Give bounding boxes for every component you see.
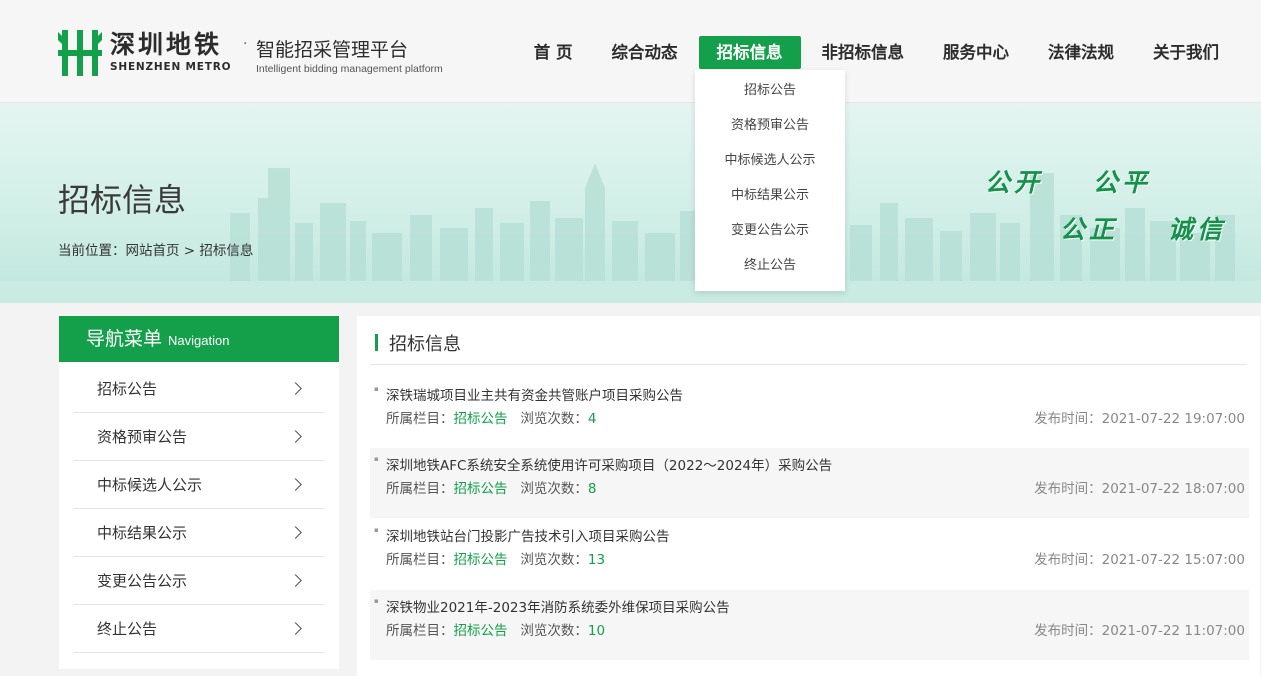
item-views: 13 [587,552,606,568]
item-views: 4 [587,411,597,427]
chevron-right-icon [289,478,302,491]
sidebar-item-label: 中标结果公示 [97,524,188,542]
item-title[interactable]: 深圳地铁AFC系统安全系统使用许可采购项目（2022～2024年）采购公告 [374,454,832,474]
dropdown-item-candidate-notice[interactable]: 中标候选人公示 [695,143,845,178]
nav-about[interactable]: 关于我们 [1135,36,1237,69]
item-meta: 所属栏目：招标公告 浏览次数：8 [386,477,596,497]
category-label: 所属栏目： [386,481,454,497]
sidebar-item-label: 变更公告公示 [97,572,188,590]
section-accent-bar [375,334,378,351]
sidebar-item-label: 招标公告 [97,380,158,398]
nav-service-center[interactable]: 服务中心 [925,36,1027,69]
date-value: 2021-07-22 18:07:00 [1101,481,1245,497]
item-date: 发布时间：2021-07-22 11:07:00 [1034,619,1245,639]
item-category[interactable]: 招标公告 [454,552,508,568]
list-item[interactable]: 深圳地铁站台门投影广告技术引入项目采购公告 所属栏目：招标公告 浏览次数：13 … [370,519,1249,589]
slogan-just: 公正 [1060,215,1119,244]
chevron-right-icon [289,574,302,587]
views-label: 浏览次数： [520,481,588,497]
nav-bidding-info[interactable]: 招标信息 [698,36,801,69]
item-category[interactable]: 招标公告 [454,481,508,497]
item-category[interactable]: 招标公告 [454,411,508,427]
date-value: 2021-07-22 19:07:00 [1101,411,1245,427]
nav-non-bidding-info[interactable]: 非招标信息 [804,36,923,69]
bidding-info-dropdown: 招标公告 资格预审公告 中标候选人公示 中标结果公示 变更公告公示 终止公告 [695,70,845,291]
main-nav: 首 页 综合动态 招标信息 非招标信息 服务中心 法律法规 关于我们 [513,36,1237,69]
slogan-integrity: 诚信 [1168,215,1227,244]
nav-laws[interactable]: 法律法规 [1030,36,1132,69]
section-title: 招标信息 [389,334,461,355]
platform-name-cn: 智能招采管理平台 [256,39,409,61]
item-title[interactable]: 深铁瑞城项目业主共有资金共管账户项目采购公告 [374,384,683,404]
item-date: 发布时间：2021-07-22 15:07:00 [1034,548,1245,568]
date-label: 发布时间： [1034,623,1102,639]
section-header: 招标信息 [370,316,1247,365]
date-value: 2021-07-22 15:07:00 [1101,552,1245,568]
sidebar-item-candidate-notice[interactable]: 中标候选人公示 [73,461,325,509]
sidebar-item-prequal-notice[interactable]: 资格预审公告 [73,413,325,461]
date-value: 2021-07-22 11:07:00 [1101,623,1245,639]
sidebar-item-bid-notice[interactable]: 招标公告 [73,365,325,413]
views-label: 浏览次数： [520,623,588,639]
brand-name-en: SHENZHEN METRO [110,61,232,73]
list-item[interactable]: 深圳地铁AFC系统安全系统使用许可采购项目（2022～2024年）采购公告 所属… [370,448,1249,518]
sidebar-item-label: 资格预审公告 [97,428,188,446]
category-label: 所属栏目： [386,552,454,568]
date-label: 发布时间： [1034,552,1102,568]
item-meta: 所属栏目：招标公告 浏览次数：13 [386,548,605,568]
sidebar-item-label: 终止公告 [97,620,158,638]
item-title[interactable]: 深铁物业2021年-2023年消防系统委外维保项目采购公告 [374,596,730,616]
item-date: 发布时间：2021-07-22 18:07:00 [1034,477,1245,497]
date-label: 发布时间： [1034,411,1102,427]
item-date: 发布时间：2021-07-22 19:07:00 [1034,407,1245,427]
list-item[interactable]: 深铁瑞城项目业主共有资金共管账户项目采购公告 所属栏目：招标公告 浏览次数：4 … [370,378,1249,448]
slogan-open: 公开 [985,168,1044,197]
sidebar-item-termination-notice[interactable]: 终止公告 [73,605,325,653]
sidebar-header: 导航菜单 Navigation [59,316,339,362]
item-title[interactable]: 深圳地铁站台门投影广告技术引入项目采购公告 [374,525,669,545]
chevron-right-icon [289,622,302,635]
nav-news[interactable]: 综合动态 [594,36,696,69]
chevron-right-icon [289,382,302,395]
dropdown-item-bid-notice[interactable]: 招标公告 [695,73,845,108]
dropdown-item-result-notice[interactable]: 中标结果公示 [695,178,845,213]
item-meta: 所属栏目：招标公告 浏览次数：10 [386,619,605,639]
logo[interactable]: 深圳地铁 SHENZHEN METRO [58,30,231,76]
slogan-fair: 公平 [1093,168,1152,197]
category-label: 所属栏目： [386,411,454,427]
item-category[interactable]: 招标公告 [454,623,508,639]
dropdown-item-change-notice[interactable]: 变更公告公示 [695,213,845,248]
brand-name-cn: 深圳地铁 [110,30,223,59]
sidebar-title-cn: 导航菜单 [86,328,163,350]
main-content: 招标信息 深铁瑞城项目业主共有资金共管账户项目采购公告 所属栏目：招标公告 浏览… [357,316,1260,676]
views-label: 浏览次数： [520,411,588,427]
sidebar-item-label: 中标候选人公示 [97,476,203,494]
page-title: 招标信息 [58,181,187,219]
platform-title: 智能招采管理平台 Intelligent bidding management … [256,38,443,76]
page-banner: 招标信息 当前位置：网站首页 > 招标信息 公开 公平 公正 诚信 [0,103,1261,303]
platform-name-en: Intelligent bidding management platform [256,63,443,75]
category-label: 所属栏目： [386,623,454,639]
sidebar-item-result-notice[interactable]: 中标结果公示 [73,509,325,557]
dropdown-item-termination-notice[interactable]: 终止公告 [695,248,845,283]
sidebar-nav: 导航菜单 Navigation 招标公告 资格预审公告 中标候选人公示 中标结果公… [59,316,339,669]
item-views: 10 [587,623,606,639]
chevron-right-icon [289,526,302,539]
breadcrumb: 当前位置：网站首页 > 招标信息 [58,243,254,259]
views-label: 浏览次数： [520,552,588,568]
dropdown-item-prequal-notice[interactable]: 资格预审公告 [695,108,845,143]
item-meta: 所属栏目：招标公告 浏览次数：4 [386,407,596,427]
site-header: 深圳地铁 SHENZHEN METRO · 智能招采管理平台 Intellige… [0,0,1261,103]
brand-separator: · [243,36,248,52]
sidebar-title-en: Navigation [168,333,230,348]
list-item[interactable]: 深铁物业2021年-2023年消防系统委外维保项目采购公告 所属栏目：招标公告 … [370,590,1249,660]
sidebar-item-change-notice[interactable]: 变更公告公示 [73,557,325,605]
item-views: 8 [587,481,597,497]
chevron-right-icon [289,430,302,443]
nav-home[interactable]: 首 页 [516,36,591,69]
city-skyline-illustration [0,163,1261,303]
metro-logo-icon [58,30,102,76]
date-label: 发布时间： [1034,481,1102,497]
